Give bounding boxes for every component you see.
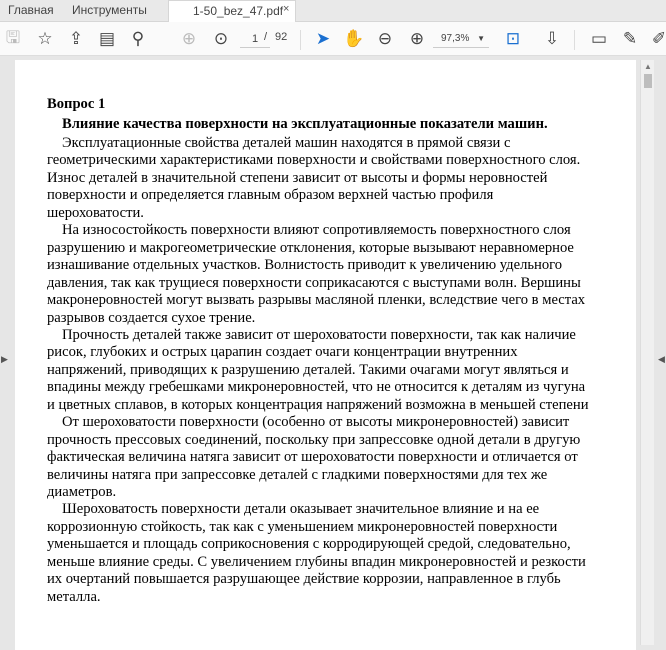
tab-home[interactable]: Главная <box>8 0 54 22</box>
zoom-select[interactable]: 97,3% ▼ <box>433 30 489 48</box>
print-icon[interactable]: ▤ <box>96 28 118 50</box>
upload-cloud-icon[interactable]: ⇪ <box>65 28 87 50</box>
close-tab-icon[interactable]: × <box>283 3 289 15</box>
left-panel-toggle-icon[interactable]: ▶ <box>1 354 8 365</box>
text-line: давления, так как трущиеся поверхности с… <box>47 274 581 291</box>
text-line: и цветных сплавов, в которых концентраци… <box>47 396 589 413</box>
tab-document[interactable]: 1-50_bez_47.pdf <box>168 0 296 23</box>
vertical-scrollbar[interactable]: ▲ <box>640 60 654 645</box>
chevron-down-icon: ▼ <box>477 34 485 43</box>
text-line: макронеровностей могут вызвать разрывы м… <box>47 292 586 309</box>
zoom-out-icon[interactable]: ⊖ <box>374 28 396 50</box>
highlight-pen-icon[interactable]: ✎ <box>619 28 641 50</box>
text-line: изнашивание отдельных участков. Волнисто… <box>47 257 563 274</box>
text-line: Эксплуатационные свойства деталей машин … <box>62 135 511 151</box>
zoom-in-icon[interactable]: ⊕ <box>406 28 428 50</box>
page-total: 92 <box>275 31 288 43</box>
text-line: Шероховатость поверхности детали оказыва… <box>62 501 540 518</box>
text-line: шероховатости. <box>47 204 144 221</box>
scrollbar-thumb[interactable] <box>644 74 652 88</box>
text-line: геометрическими характеристиками поверхн… <box>47 152 581 169</box>
divider <box>574 30 575 50</box>
text-line: поверхности и определяется главным образ… <box>47 187 494 204</box>
draw-icon[interactable]: ✐ <box>648 28 666 50</box>
question-heading: Вопрос 1 <box>47 96 106 112</box>
next-page-icon[interactable]: ⊙ <box>210 28 232 50</box>
fit-page-icon[interactable]: ⊡ <box>502 28 524 50</box>
search-icon[interactable]: ⚲ <box>127 28 149 50</box>
text-line: разрывов создается сухое трение. <box>47 309 256 326</box>
tab-bar: Главная Инструменты 1-50_bez_47.pdf × <box>0 0 666 23</box>
pdf-page: Вопрос 1 Влияние качества поверхности на… <box>15 60 636 650</box>
text-line: коррозионную стойкость, так как с уменьш… <box>47 518 558 535</box>
zoom-value: 97,3% <box>441 33 470 44</box>
right-panel-toggle-icon[interactable]: ◀ <box>658 354 665 365</box>
page-separator: / <box>264 31 268 43</box>
text-line: величины натяга при запрессовке деталей … <box>47 466 548 483</box>
text-line: разрушению и макрогеометрические отклоне… <box>47 239 574 256</box>
save-icon[interactable]: 🖫 <box>2 28 24 50</box>
select-pointer-icon[interactable]: ➤ <box>312 28 334 50</box>
text-line: От шероховатости поверхности (особенно о… <box>62 414 570 431</box>
tab-tools[interactable]: Инструменты <box>72 0 147 22</box>
toolbar: 🖫 ☆ ⇪ ▤ ⚲ ⊕ ⊙ 1 / 92 ➤ ✋ ⊖ ⊕ 97,3% ▼ ⊡ ⇩ … <box>0 22 666 56</box>
hand-tool-icon[interactable]: ✋ <box>343 28 365 50</box>
divider <box>300 30 301 50</box>
text-line: уменьшается и площадь соприкосновения с … <box>47 536 571 553</box>
text-line: их очертаний повышается разрушающее дейс… <box>47 571 561 588</box>
text-line: Прочность деталей также зависит от шерох… <box>62 326 576 343</box>
text-line: диаметров. <box>47 484 117 500</box>
document-tab-label: 1-50_bez_47.pdf <box>193 4 284 18</box>
text-line: Износ деталей в значительной степени зав… <box>47 169 548 186</box>
section-title: Влияние качества поверхности на эксплуат… <box>62 116 548 132</box>
text-line: фактическая величина натяга зависит от ш… <box>47 449 578 466</box>
text-line: меньше влияние среды. С увеличением глуб… <box>47 553 586 570</box>
text-line: На износостойкость поверхности влияют со… <box>62 222 571 239</box>
bookmark-star-icon[interactable]: ☆ <box>34 28 56 50</box>
scroll-up-icon[interactable]: ▲ <box>644 62 652 71</box>
scroll-mode-icon[interactable]: ⇩ <box>541 28 563 50</box>
text-line: рисок, глубоких и острых царапин создает… <box>47 344 518 361</box>
text-line: металла. <box>47 588 101 605</box>
text-line: впадины между гребешками микронеровносте… <box>47 379 586 396</box>
text-line: напряжений, приводящих к разрушению дета… <box>47 361 569 378</box>
previous-page-icon[interactable]: ⊕ <box>178 28 200 50</box>
text-line: прочность прессовых соединений, поскольк… <box>47 431 581 448</box>
comment-icon[interactable]: ▭ <box>588 28 610 50</box>
